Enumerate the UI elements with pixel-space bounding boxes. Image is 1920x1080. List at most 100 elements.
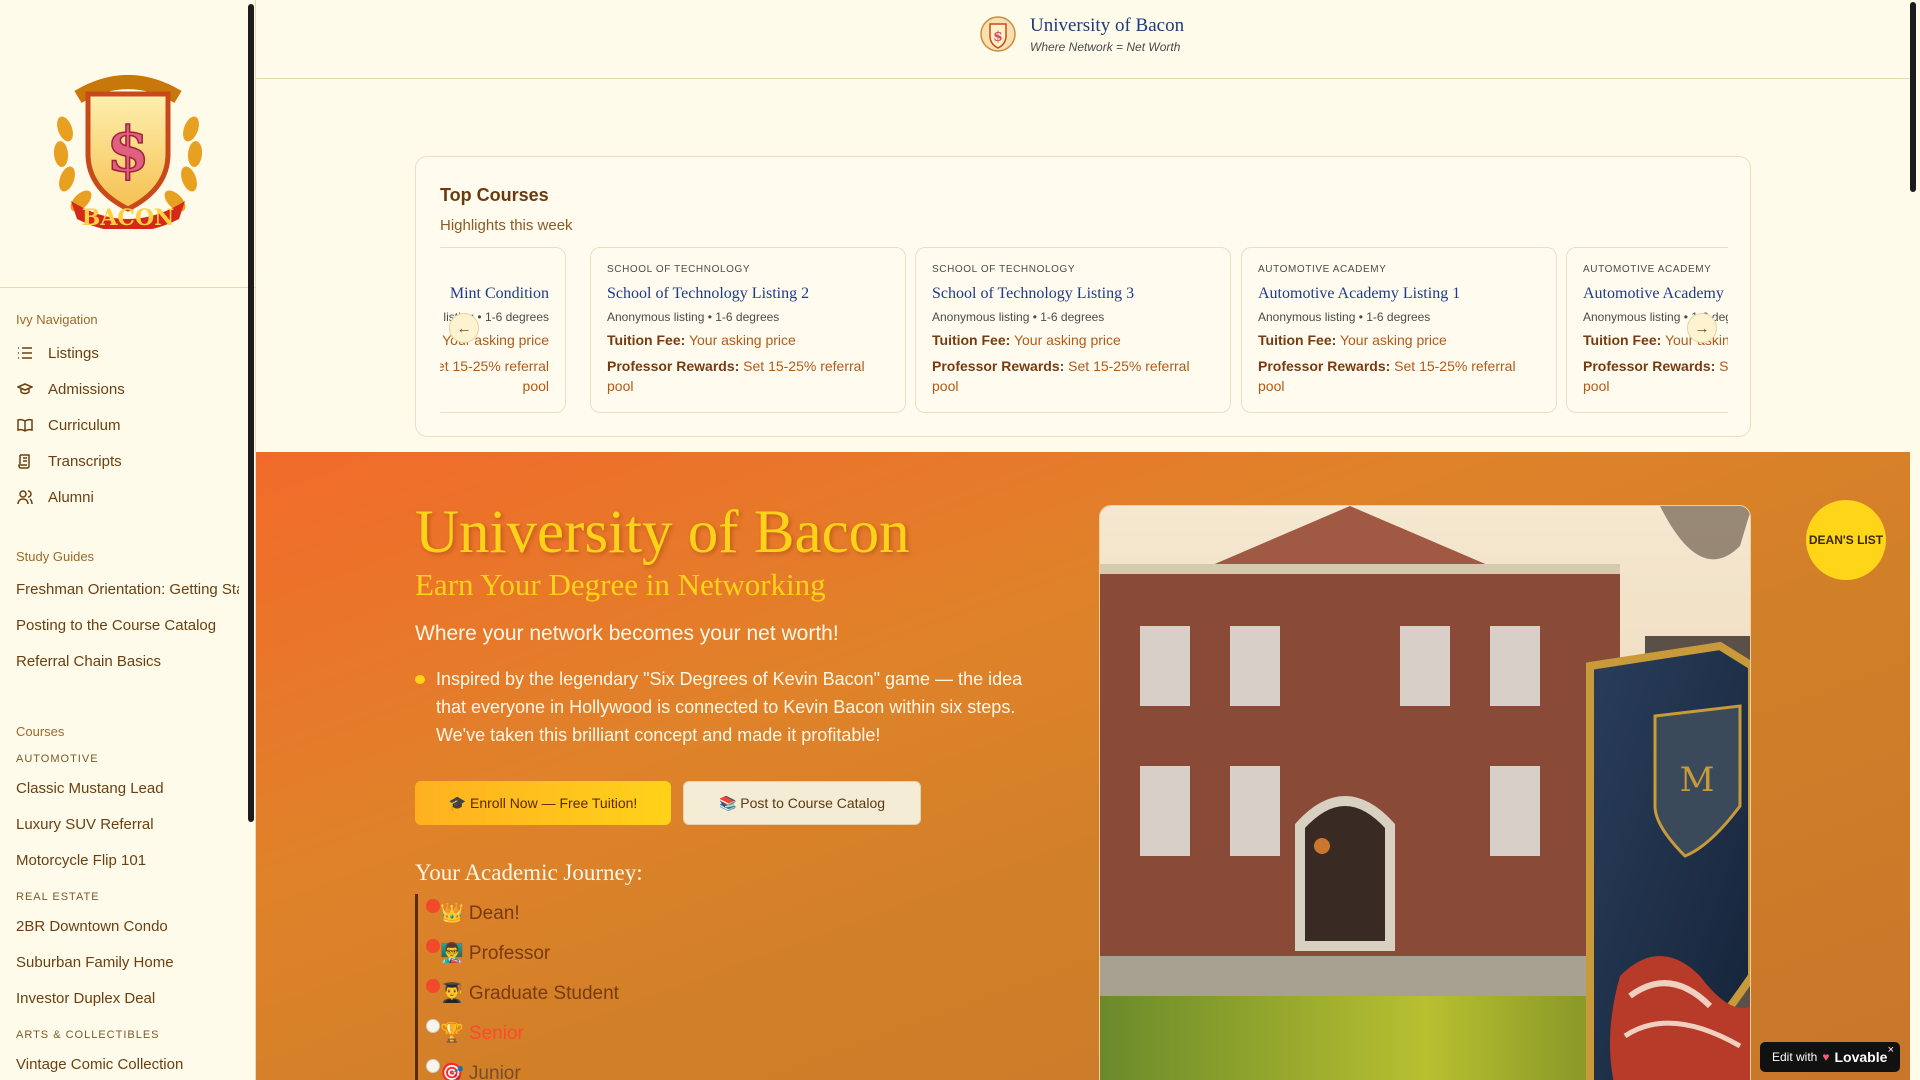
hero-subtitle: Earn Your Degree in Networking: [415, 567, 826, 602]
page-scrollbar[interactable]: [1910, 2, 1916, 192]
hero-description: Inspired by the legendary "Six Degrees o…: [415, 665, 1055, 749]
step-dot-pending: [426, 1059, 440, 1073]
course-link[interactable]: Vintage Comic Collection: [16, 1047, 239, 1080]
sidebar-item-curriculum[interactable]: Curriculum: [16, 407, 239, 443]
card-title[interactable]: Mint Condition: [440, 285, 549, 303]
guides-section-label: Study Guides: [16, 549, 95, 564]
campus-hero-image: M: [1099, 505, 1751, 1080]
journey-step-current: 🏆 Senior: [418, 1014, 715, 1054]
lovable-name: Lovable: [1834, 1049, 1888, 1065]
course-card[interactable]: AUTOMOTIVE ACADEMY Automotive Academy Li…: [1241, 247, 1557, 413]
fee-label: Tuition Fee:: [932, 332, 1011, 348]
edit-with-lovable-badge[interactable]: Edit with ♥ Lovable ×: [1760, 1042, 1900, 1072]
card-category: SCHOOL OF TECHNOLOGY: [607, 264, 751, 275]
reward-label: Professor Rewards:: [1583, 358, 1716, 374]
brand-title: University of Bacon: [1030, 14, 1185, 36]
fee-value: Your asking price: [1339, 332, 1447, 348]
step-dot-current: [426, 1019, 440, 1033]
graduation-cap-icon: [16, 380, 34, 398]
sidebar-item-alumni[interactable]: Alumni: [16, 479, 239, 515]
card-meta: Anonymous listing • 1-6 degrees: [1258, 310, 1431, 324]
svg-text:$: $: [106, 113, 149, 186]
sidebar: $ BACON Ivy Navigation Listings Admissio…: [0, 0, 256, 1080]
panel-title: Top Courses: [440, 185, 549, 205]
step-dot-complete: [426, 979, 440, 993]
course-link[interactable]: Classic Mustang Lead: [16, 771, 239, 807]
sidebar-item-label: Alumni: [48, 488, 94, 506]
journey-step-label: 👨‍🎓 Graduate Student: [440, 983, 619, 1004]
course-link[interactable]: 2BR Downtown Condo: [16, 909, 239, 945]
fee-label: Tuition Fee:: [1258, 332, 1337, 348]
hero-description-text: Inspired by the legendary "Six Degrees o…: [436, 669, 1023, 745]
hero-section: University of Bacon Earn Your Degree in …: [256, 452, 1910, 1080]
top-courses-panel: Top Courses Highlights this week Mint Co…: [415, 156, 1751, 437]
brand-subtitle: Where Network = Net Worth: [1030, 39, 1181, 54]
card-category: [440, 264, 549, 275]
sidebar-item-admissions[interactable]: Admissions: [16, 371, 239, 407]
course-link[interactable]: Luxury SUV Referral: [16, 807, 239, 843]
sidebar-scrollbar[interactable]: [248, 4, 254, 822]
card-category: AUTOMOTIVE ACADEMY: [1583, 264, 1712, 275]
book-icon: [16, 416, 34, 434]
journey-step-label: 🏆 Senior: [440, 1023, 524, 1044]
journey-step-label: 👨‍🏫 Professor: [440, 943, 551, 964]
card-category: AUTOMOTIVE ACADEMY: [1258, 264, 1387, 275]
course-link[interactable]: Investor Duplex Deal: [16, 981, 239, 1017]
users-icon: [16, 488, 34, 506]
journey-step: 👨‍🏫 Professor: [418, 934, 715, 974]
journey-step: 👑 Dean!: [418, 894, 715, 934]
carousel-next-button[interactable]: →: [1687, 313, 1717, 343]
journey-step-label: 👑 Dean!: [440, 903, 520, 924]
enroll-button[interactable]: 🎓 Enroll Now — Free Tuition!: [415, 781, 671, 825]
academic-journey: 👑 Dean! 👨‍🏫 Professor 👨‍🎓 Graduate Stude…: [415, 894, 715, 1080]
sidebar-item-label: Admissions: [48, 380, 125, 398]
arrow-right-icon: →: [1694, 319, 1710, 337]
step-dot-complete: [426, 939, 440, 953]
hero-title: University of Bacon: [415, 499, 910, 566]
close-icon[interactable]: ×: [1888, 1044, 1894, 1056]
guide-link[interactable]: Referral Chain Basics: [16, 644, 239, 680]
step-dot-complete: [426, 899, 440, 913]
card-meta: Anonymous listing • 1-6 degrees: [932, 310, 1105, 324]
course-group-label: AUTOMOTIVE: [16, 753, 99, 765]
card-meta: Anonymous listing • 1-6 degrees: [607, 310, 780, 324]
sidebar-item-label: Listings: [48, 344, 99, 362]
course-link[interactable]: Motorcycle Flip 101: [16, 843, 239, 879]
sidebar-item-label: Curriculum: [48, 416, 121, 434]
svg-text:$: $: [993, 29, 1003, 45]
reward-label: Professor Rewards:: [607, 358, 740, 374]
guide-link[interactable]: Freshman Orientation: Getting Started: [16, 572, 239, 608]
svg-text:M: M: [1680, 760, 1715, 800]
card-title[interactable]: Automotive Academy Listing 2: [1583, 285, 1728, 303]
sidebar-item-transcripts[interactable]: Transcripts: [16, 443, 239, 479]
reward-label: Professor Rewards:: [1258, 358, 1391, 374]
arrow-left-icon: ←: [456, 319, 472, 337]
top-header: $ University of Bacon Where Network = Ne…: [256, 0, 1910, 79]
lovable-prefix: Edit with: [1772, 1050, 1818, 1064]
university-crest-logo[interactable]: $ BACON: [43, 59, 213, 229]
bacon-bullet-icon: [415, 675, 425, 684]
sidebar-item-listings[interactable]: Listings: [16, 335, 239, 371]
brand[interactable]: $ University of Bacon Where Network = Ne…: [980, 14, 1184, 54]
logo-area: $ BACON: [0, 0, 255, 288]
card-title[interactable]: School of Technology Listing 3: [932, 285, 1214, 303]
panel-subtitle: Highlights this week: [440, 217, 573, 234]
post-to-catalog-button[interactable]: 📚 Post to Course Catalog: [683, 781, 921, 825]
lovable-heart-icon: ♥: [1822, 1050, 1830, 1064]
svg-text:BACON: BACON: [81, 205, 173, 229]
course-group-label: ARTS & COLLECTIBLES: [16, 1029, 160, 1041]
card-title[interactable]: School of Technology Listing 2: [607, 285, 889, 303]
course-carousel: Mint Condition Anonymous listing • 1-6 d…: [440, 247, 1728, 415]
fee-label: Tuition Fee:: [1583, 332, 1662, 348]
reward-value: Set 15-25% referral pool: [440, 358, 549, 394]
card-title[interactable]: Automotive Academy Listing 1: [1258, 285, 1540, 303]
hero-tagline: Where your network becomes your net wort…: [415, 622, 839, 645]
course-card[interactable]: SCHOOL OF TECHNOLOGY School of Technolog…: [915, 247, 1231, 413]
journey-step-label: 🎯 Junior: [440, 1063, 521, 1080]
course-card[interactable]: SCHOOL OF TECHNOLOGY School of Technolog…: [590, 247, 906, 413]
journey-step: 🎯 Junior: [418, 1054, 715, 1080]
carousel-prev-button[interactable]: ←: [449, 313, 479, 343]
journey-title: Your Academic Journey:: [415, 860, 643, 885]
course-link[interactable]: Suburban Family Home: [16, 945, 239, 981]
guide-link[interactable]: Posting to the Course Catalog: [16, 608, 239, 644]
